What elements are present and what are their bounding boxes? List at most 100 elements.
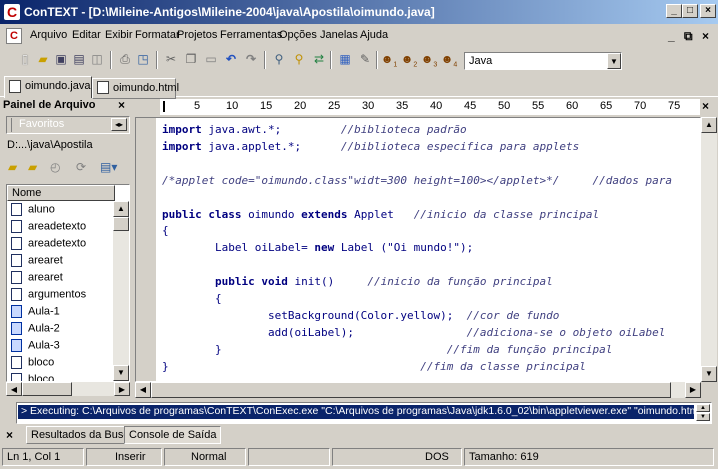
language-select[interactable]: Java ▼ [464, 52, 622, 70]
file-panel-close-icon[interactable]: × [118, 98, 125, 112]
menu-ferramentas[interactable]: Ferramentas [220, 29, 282, 41]
mdi-close-button[interactable]: × [702, 29, 709, 43]
scroll-up-icon[interactable]: ▲ [696, 404, 710, 412]
list-item[interactable]: Aula-3 [11, 339, 60, 356]
print-preview-icon[interactable]: ◳ [134, 50, 152, 68]
save-icon[interactable]: ▣ [52, 50, 70, 68]
replace-icon[interactable]: ⇄ [310, 50, 328, 68]
undo-icon[interactable]: ↶ [222, 50, 240, 68]
list-item[interactable]: aluno [11, 203, 55, 220]
print-icon[interactable]: ⎙ [116, 50, 134, 68]
close-output-icon[interactable]: × [6, 428, 13, 442]
tab-scroll-arrows-icon[interactable]: ◂▸ [111, 118, 127, 131]
editor-vscrollbar[interactable]: ▲ ▼ [701, 117, 717, 382]
menu-opcoes[interactable]: Opções [279, 29, 317, 41]
list-item[interactable]: arearet [11, 254, 63, 271]
menu-projetos[interactable]: Projetos [177, 29, 217, 41]
list-item[interactable]: Aula-2 [11, 322, 60, 339]
output-line[interactable]: > Executing: C:\Arquivos de programas\Co… [18, 405, 694, 419]
document-icon[interactable]: C [6, 28, 22, 44]
scroll-thumb[interactable] [113, 217, 129, 231]
mdi-restore-button[interactable]: ⧉ [684, 29, 693, 44]
file-list-hscrollbar[interactable]: ◀ ▶ [6, 382, 130, 396]
hscroll-thumb[interactable] [22, 382, 72, 396]
file-name: arearet [28, 254, 63, 267]
list-item[interactable]: argumentos [11, 288, 86, 305]
cut-icon[interactable]: ✂ [162, 50, 180, 68]
editor-hscrollbar[interactable]: ◀ ▶ [135, 382, 701, 398]
menu-exibir[interactable]: Exibir [105, 29, 133, 41]
scroll-down-icon[interactable]: ▼ [696, 413, 710, 421]
folder-up-icon[interactable]: ▰ [8, 160, 17, 174]
close-window-button[interactable]: × [700, 4, 716, 18]
copy-icon[interactable]: ❐ [182, 50, 200, 68]
code-editor[interactable]: import java.awt.*; //biblioteca padrão im… [135, 117, 701, 382]
history-icon[interactable]: ◴ [50, 160, 60, 174]
scroll-left-icon[interactable]: ◀ [6, 382, 22, 396]
user-exec-4-icon[interactable]: ☻4 [440, 50, 458, 68]
code-line[interactable]: } //fim da classe principal [162, 360, 586, 373]
menu-ajuda[interactable]: Ajuda [360, 29, 388, 41]
code-line[interactable]: /*applet code="oimundo.class"widt=300 he… [162, 174, 672, 187]
open-icon[interactable]: ▰ [34, 50, 52, 68]
tools-icon[interactable]: ✎ [356, 50, 374, 68]
find-next-icon[interactable]: ⚲ [290, 50, 308, 68]
code-line[interactable]: setBackground(Color.yellow); //cor de fu… [162, 309, 559, 322]
list-item[interactable]: areadetexto [11, 237, 86, 254]
tab-console-de-saida[interactable]: Console de Saída [124, 426, 222, 444]
refresh-icon[interactable]: ⟳ [76, 160, 86, 174]
list-item[interactable]: areadetexto [11, 220, 86, 237]
open-folder-icon[interactable]: ▰ [28, 160, 37, 174]
scroll-down-icon[interactable]: ▼ [113, 365, 129, 381]
save-all-icon[interactable]: ▤ [70, 50, 88, 68]
list-item[interactable]: arearet [11, 271, 63, 288]
code-line[interactable]: { [162, 292, 222, 305]
tab-oimundo-java[interactable]: oimundo.java [4, 76, 92, 98]
minimize-button[interactable]: _ [666, 4, 682, 18]
hscroll-thumb[interactable] [151, 382, 671, 398]
close-document-icon[interactable]: × [702, 99, 709, 113]
file-list-scrollbar[interactable]: ▲ ▼ [113, 201, 129, 381]
code-line[interactable]: } //fim da função principal [162, 343, 612, 356]
paste-icon[interactable]: ▭ [202, 50, 220, 68]
scroll-left-icon[interactable]: ◀ [135, 382, 151, 398]
current-path: D:...\java\Apostila [7, 139, 93, 151]
user-exec-1-icon[interactable]: ☻1 [380, 50, 398, 68]
list-item[interactable]: Aula-1 [11, 305, 60, 322]
scroll-down-icon[interactable]: ▼ [701, 366, 717, 382]
user-exec-2-icon[interactable]: ☻2 [400, 50, 418, 68]
view-options-icon[interactable]: ▤▾ [100, 160, 117, 174]
list-item[interactable]: bloco [11, 356, 54, 373]
code-line[interactable]: import java.applet.*; //biblioteca espec… [162, 140, 579, 153]
new-file-icon[interactable]: ▯ [16, 50, 34, 68]
tab-resultados-da-busca[interactable]: Resultados da Busca [26, 426, 140, 444]
list-item[interactable]: bloco [11, 373, 54, 381]
close-icon[interactable]: ◫ [88, 50, 106, 68]
menu-editar[interactable]: Editar [72, 29, 101, 41]
menu-arquivo[interactable]: Arquivo [30, 29, 67, 41]
chevron-down-icon[interactable]: ▼ [607, 53, 621, 69]
redo-icon[interactable]: ↷ [242, 50, 260, 68]
code-line[interactable]: import java.awt.*; //biblioteca padrão [162, 123, 467, 136]
user-exec-3-icon[interactable]: ☻3 [420, 50, 438, 68]
scroll-right-icon[interactable]: ▶ [114, 382, 130, 396]
code-line[interactable]: { [162, 224, 169, 237]
app-icon[interactable]: C [4, 4, 20, 20]
file-name: Aula-3 [28, 339, 60, 352]
find-icon[interactable]: ⚲ [270, 50, 288, 68]
code-line[interactable]: public void init() //inicio da função pr… [162, 275, 553, 288]
code-line[interactable]: public class oimundo extends Applet //in… [162, 208, 599, 221]
export-icon[interactable]: ▦ [336, 50, 354, 68]
menu-formatar[interactable]: Formatar [135, 29, 180, 41]
code-line[interactable]: add(oiLabel); //adiciona-se o objeto oiL… [162, 326, 665, 339]
tab-favoritos[interactable]: Favoritos [19, 118, 64, 130]
menu-janelas[interactable]: Janelas [320, 29, 358, 41]
tab-oimundo-html[interactable]: oimundo.html [92, 78, 179, 99]
maximize-button[interactable]: □ [682, 4, 698, 18]
scroll-right-icon[interactable]: ▶ [685, 382, 701, 398]
column-header-nome[interactable]: Nome [7, 185, 115, 201]
code-line[interactable]: Label oiLabel= new Label ("Oi mundo!"); [162, 241, 473, 254]
mdi-minimize-button[interactable]: _ [668, 29, 675, 43]
scroll-up-icon[interactable]: ▲ [701, 117, 717, 133]
scroll-up-icon[interactable]: ▲ [113, 201, 129, 217]
